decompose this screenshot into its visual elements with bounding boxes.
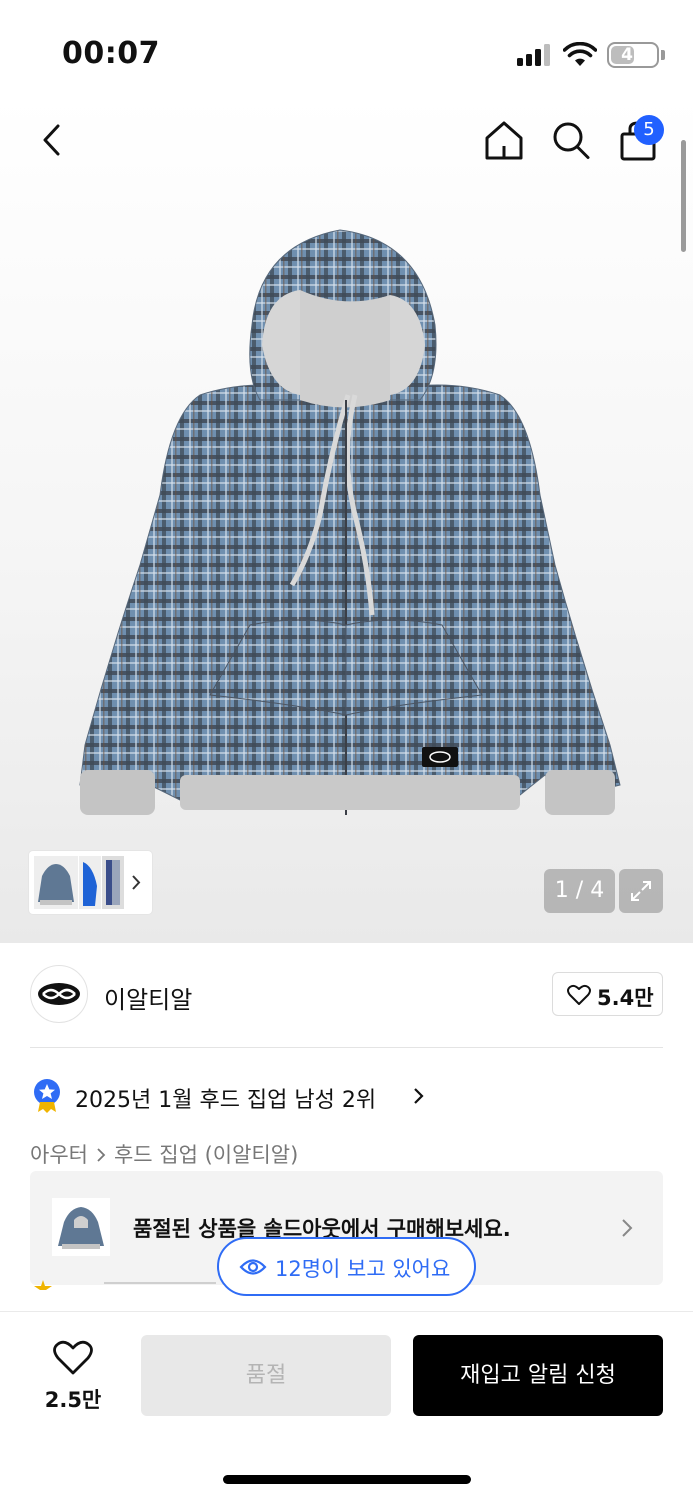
image-thumbnail-strip[interactable] [29,851,152,914]
divider [30,1047,663,1048]
brand-name[interactable]: 이알티알 [104,980,192,1015]
home-icon[interactable] [483,118,525,162]
product-image [79,229,621,815]
wishlist-count: 2.5만 [44,1388,102,1412]
chevron-right-icon [97,1148,106,1162]
brand-like-button[interactable]: 5.4만 [552,972,663,1016]
chevron-right-icon [414,1088,424,1104]
breadcrumb-category[interactable]: 아우터 [30,1143,88,1167]
breadcrumb-subcategory[interactable]: 후드 집업 (이알티알) [114,1143,298,1167]
brand-like-count: 5.4만 [597,986,654,1010]
cart-count-badge: 5 [634,115,664,145]
wifi-icon [563,42,597,66]
chevron-right-icon [622,1219,633,1237]
breadcrumb: 아우터 후드 집업 (이알티알) [30,1139,298,1169]
wishlist-button[interactable]: 2.5만 [30,1340,116,1414]
eye-icon [239,1259,267,1275]
status-bar: 00:07 47 [0,0,693,100]
viewers-count-text: 12명이 보고 있어요 [275,1257,451,1281]
soldout-product-thumbnail [52,1198,110,1256]
cellular-signal-icon [517,44,550,66]
bottom-action-bar: 2.5만 품절 재입고 알림 신청 [0,1311,693,1500]
search-icon[interactable] [550,118,592,162]
status-time: 00:07 [62,36,160,71]
thumbnail-image[interactable] [102,856,124,909]
viewers-count-pill: 12명이 보고 있어요 [217,1237,476,1296]
heart-icon [567,984,591,1005]
star-icon [34,1280,52,1290]
restock-alert-button[interactable]: 재입고 알림 신청 [413,1335,663,1416]
chevron-right-icon [132,875,141,890]
image-page-indicator: 1 / 4 [544,869,615,913]
home-indicator[interactable] [223,1475,471,1484]
heart-icon [53,1340,93,1375]
battery-level: 47 [621,45,645,65]
scrollbar[interactable] [681,140,686,252]
ranking-badge-icon [34,1079,60,1113]
battery-icon: 47 [607,42,659,68]
expand-icon [631,881,651,901]
product-image-gallery[interactable] [0,95,693,943]
back-arrow-icon[interactable] [36,118,72,162]
soldout-button: 품절 [141,1335,391,1416]
brand-logo-mark [38,983,80,1005]
ranking-text: 2025년 1월 후드 집업 남성 2위 [75,1088,377,1113]
brand-logo[interactable] [30,965,88,1023]
thumbnail-image[interactable] [34,856,78,909]
expand-image-button[interactable] [619,869,663,913]
thumbnail-image[interactable] [79,856,101,909]
